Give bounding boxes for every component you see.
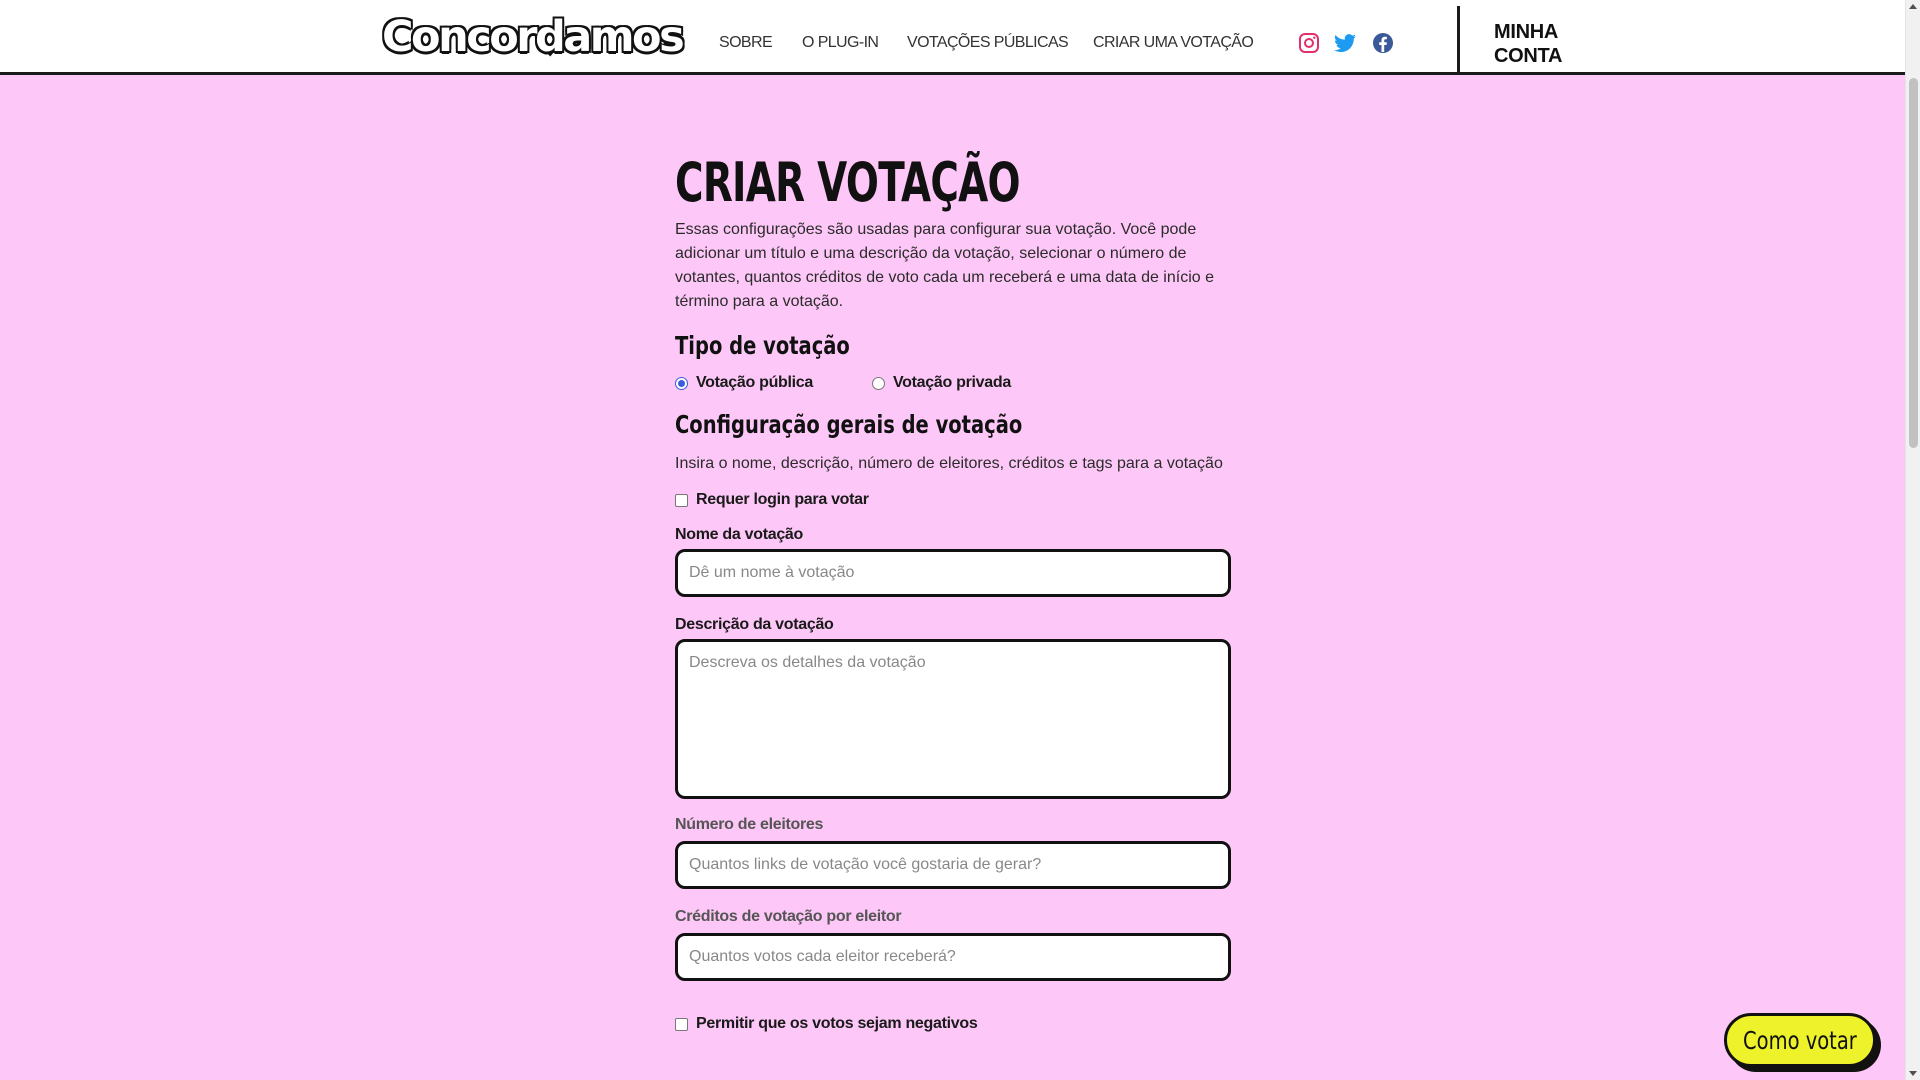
site-header: Concordamos SOBRE O PLUG-IN VOTAÇÕES PÚB… — [0, 0, 1905, 75]
facebook-icon[interactable] — [1371, 31, 1395, 55]
nav-item-criar-votacao[interactable]: CRIAR UMA VOTAÇÃO — [1093, 34, 1254, 52]
nav-item-votacoes-publicas[interactable]: VOTAÇÕES PÚBLICAS — [907, 34, 1069, 52]
scrollbar-thumb[interactable] — [1909, 78, 1918, 448]
twitter-icon[interactable] — [1333, 31, 1357, 55]
require-login-label: Requer login para votar — [696, 491, 869, 508]
private-vote-radio[interactable] — [872, 376, 885, 390]
private-vote-label: Votação privada — [893, 374, 1011, 391]
account-line-1: MINHA — [1494, 21, 1559, 43]
create-vote-form: CRIAR VOTAÇÃO Essas configurações são us… — [675, 150, 1231, 1033]
credits-per-voter-input[interactable] — [675, 933, 1231, 981]
require-login-option[interactable]: Requer login para votar — [675, 491, 1231, 509]
page-scrollbar[interactable] — [1905, 0, 1920, 1080]
negative-votes-label: Permitir que os votos sejam negativos — [696, 1015, 978, 1032]
logo-text: Concordamos — [381, 12, 686, 62]
voters-count-label: Número de eleitores — [675, 816, 824, 833]
vote-name-input[interactable] — [675, 549, 1231, 597]
intro-text: Essas configurações são usadas para conf… — [675, 221, 1214, 310]
private-vote-option[interactable]: Votação privada — [872, 374, 1011, 392]
scroll-down-arrow-icon[interactable] — [1909, 1071, 1917, 1076]
vote-type-options: Votação pública Votação privada — [675, 374, 1231, 404]
vote-description-textarea[interactable] — [675, 639, 1231, 799]
header-divider — [1457, 6, 1460, 74]
instagram-icon[interactable] — [1297, 31, 1321, 55]
public-vote-radio[interactable] — [675, 376, 688, 390]
nav-item-plug-in[interactable]: O PLUG-IN — [802, 34, 879, 52]
voters-count-input[interactable] — [675, 841, 1231, 889]
require-login-checkbox[interactable] — [675, 493, 688, 507]
account-line-2: CONTA — [1494, 45, 1563, 67]
vote-name-label: Nome da votação — [675, 526, 803, 543]
how-to-vote-button[interactable]: Como votar — [1724, 1013, 1876, 1067]
public-vote-option[interactable]: Votação pública — [675, 374, 813, 392]
scroll-up-arrow-icon[interactable] — [1909, 4, 1917, 9]
page-title: CRIAR VOTAÇÃO — [675, 151, 1021, 214]
negative-votes-checkbox[interactable] — [675, 1017, 688, 1031]
my-account-link[interactable]: MINHA CONTA — [1494, 20, 1604, 68]
how-to-vote-label: Como votar — [1743, 1025, 1857, 1055]
vote-description-label: Descrição da votação — [675, 616, 834, 633]
negative-votes-option[interactable]: Permitir que os votos sejam negativos — [675, 1015, 1231, 1033]
public-vote-label: Votação pública — [696, 374, 814, 391]
credits-per-voter-label: Créditos de votação por eleitor — [675, 908, 902, 925]
concordamos-logo[interactable]: Concordamos — [381, 12, 686, 72]
vote-type-heading: Tipo de votação — [675, 331, 850, 360]
nav-item-sobre[interactable]: SOBRE — [719, 34, 773, 52]
general-settings-desc: Insira o nome, descrição, número de elei… — [675, 455, 1223, 472]
general-settings-heading: Configuração gerais de votação — [675, 410, 1023, 439]
